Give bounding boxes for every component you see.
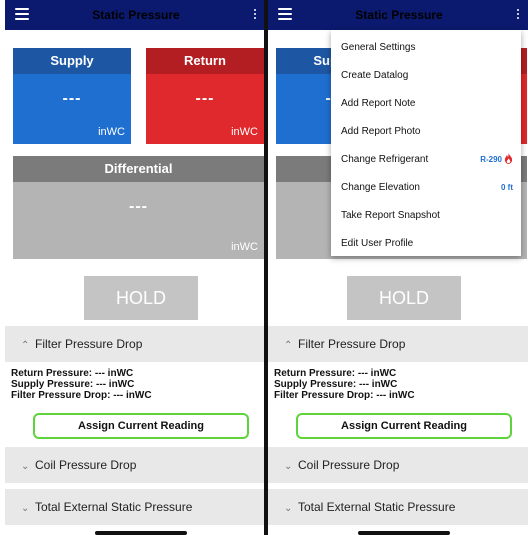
filter-pressure-drop-label: Filter Pressure Drop [298,337,406,351]
supply-pressure-reading: Supply Pressure: --- inWC [274,379,398,390]
more-options-icon[interactable] [516,9,520,21]
coil-pressure-drop-header[interactable]: ⌄ Coil Pressure Drop [5,447,267,483]
menu-item-label: Add Report Note [341,98,416,109]
hold-button[interactable]: HOLD [347,276,461,320]
return-label: Return [146,48,264,74]
hold-button[interactable]: HOLD [84,276,198,320]
chevron-down-icon: ⌄ [21,461,30,472]
return-pressure-reading: Return Pressure: --- inWC [274,368,397,379]
app-bar: Static Pressure [5,0,267,30]
return-unit: inWC [231,126,258,138]
filter-pressure-drop-reading: Filter Pressure Drop: --- inWC [274,390,415,401]
menu-item-edit-user-profile[interactable]: Edit User Profile [331,230,521,257]
supply-value: --- [62,90,82,107]
menu-item-change-refrigerant[interactable]: Change Refrigerant R-290 [331,146,521,173]
app-bar: Static Pressure [268,0,528,30]
menu-item-label: Edit User Profile [341,238,414,249]
menu-item-label: Add Report Photo [341,126,421,137]
filter-pressure-drop-reading: Filter Pressure Drop: --- inWC [11,390,152,401]
total-external-static-pressure-header[interactable]: ⌄ Total External Static Pressure [5,489,267,525]
filter-pressure-drop-header[interactable]: ⌃ Filter Pressure Drop [5,326,267,362]
differential-label: Differential [13,156,264,182]
menu-item-label: Change Refrigerant [341,154,429,165]
coil-pressure-drop-header[interactable]: ⌄ Coil Pressure Drop [268,447,528,483]
menu-item-create-datalog[interactable]: Create Datalog [331,62,521,89]
chevron-down-icon: ⌄ [284,503,293,514]
coil-pressure-drop-label: Coil Pressure Drop [35,458,137,472]
app-title: Static Pressure [355,8,443,22]
supply-label: Supply [13,48,131,74]
screen-main: Static Pressure Supply --- inWC Return -… [5,0,267,535]
chevron-down-icon: ⌄ [284,461,293,472]
supply-tile[interactable]: Supply --- inWC [13,48,131,144]
coil-pressure-drop-label: Coil Pressure Drop [298,458,400,472]
supply-unit: inWC [98,126,125,138]
menu-item-general-settings[interactable]: General Settings [331,34,521,61]
screen-with-menu: Static Pressure Supply --- inWC Return -… [268,0,528,535]
differential-value: --- [129,198,148,215]
return-tile[interactable]: Return --- inWC [146,48,264,144]
menu-item-label: General Settings [341,42,416,53]
total-external-static-pressure-label: Total External Static Pressure [298,500,456,514]
menu-item-label: Take Report Snapshot [341,210,440,221]
menu-item-change-elevation[interactable]: Change Elevation 0 ft [331,174,521,201]
return-value: --- [195,90,215,107]
filter-readings: Return Pressure: --- inWC Supply Pressur… [11,368,152,401]
home-indicator [358,531,450,535]
filter-pressure-drop-label: Filter Pressure Drop [35,337,143,351]
assign-current-reading-button[interactable]: Assign Current Reading [33,413,249,439]
home-indicator [95,531,187,535]
menu-item-label: Create Datalog [341,70,409,81]
menu-item-take-report-snapshot[interactable]: Take Report Snapshot [331,202,521,229]
menu-item-label: Change Elevation [341,182,420,193]
filter-pressure-drop-header[interactable]: ⌃ Filter Pressure Drop [268,326,528,362]
differential-tile[interactable]: Differential --- inWC [13,156,264,259]
filter-readings: Return Pressure: --- inWC Supply Pressur… [274,368,415,401]
total-external-static-pressure-header[interactable]: ⌄ Total External Static Pressure [268,489,528,525]
menu-item-add-report-note[interactable]: Add Report Note [331,90,521,117]
chevron-up-icon: ⌃ [21,340,30,351]
assign-current-reading-button[interactable]: Assign Current Reading [296,413,512,439]
total-external-static-pressure-label: Total External Static Pressure [35,500,193,514]
chevron-up-icon: ⌃ [284,340,293,351]
elevation-value: 0 ft [501,183,513,192]
menu-item-add-report-photo[interactable]: Add Report Photo [331,118,521,145]
return-pressure-reading: Return Pressure: --- inWC [11,368,134,379]
app-title: Static Pressure [92,8,180,22]
refrigerant-value: R-290 [480,146,513,173]
more-options-icon[interactable] [253,9,257,21]
differential-unit: inWC [231,241,258,253]
chevron-down-icon: ⌄ [21,503,30,514]
options-menu: General Settings Create Datalog Add Repo… [331,30,521,256]
supply-pressure-reading: Supply Pressure: --- inWC [11,379,135,390]
flame-icon [504,153,513,164]
